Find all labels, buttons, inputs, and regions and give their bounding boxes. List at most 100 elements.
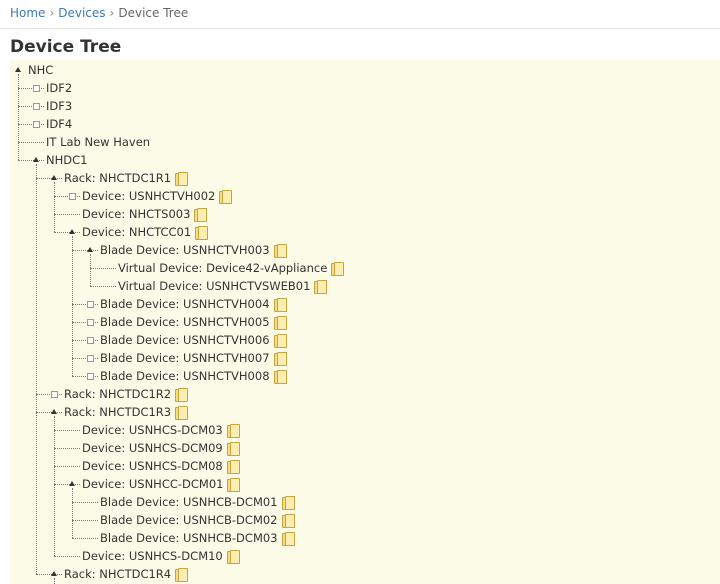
tree-node[interactable]: Device: NHCTCC01 — [82, 223, 209, 241]
tree-node[interactable]: Blade Device: USNHCTVH004 — [100, 295, 287, 313]
tree-node-label[interactable]: Blade Device: USNHCTVH007 — [100, 351, 270, 365]
tree-node[interactable]: Rack: NHCTDC1R4 — [64, 565, 189, 583]
tree-node-label[interactable]: Blade Device: USNHCB-DCM02 — [100, 513, 278, 527]
expanded-toggle-icon[interactable] — [51, 571, 57, 576]
folder-icon[interactable] — [226, 460, 240, 474]
folder-icon[interactable] — [195, 226, 209, 240]
tree-node[interactable]: Device: USNHCS-DCM03 — [82, 421, 240, 439]
folder-icon[interactable] — [314, 280, 328, 294]
tree-node[interactable]: Blade Device: USNHCTVH003 — [100, 241, 287, 259]
collapsed-toggle-icon[interactable] — [87, 319, 94, 326]
expanded-toggle-icon[interactable] — [69, 481, 75, 486]
tree-node-label[interactable]: Device: NHCTS003 — [82, 207, 190, 221]
tree-node-label[interactable]: NHDC1 — [46, 153, 87, 167]
tree-node-label[interactable]: Blade Device: USNHCTVH008 — [100, 369, 270, 383]
tree-node-label[interactable]: Device: USNHCS-DCM03 — [82, 423, 223, 437]
folder-icon[interactable] — [273, 316, 287, 330]
tree-node-label[interactable]: Rack: NHCTDC1R3 — [64, 405, 171, 419]
tree-node-label[interactable]: Rack: NHCTDC1R2 — [64, 387, 171, 401]
folder-icon[interactable] — [175, 388, 189, 402]
folder-icon[interactable] — [226, 424, 240, 438]
collapsed-toggle-icon[interactable] — [33, 103, 40, 110]
folder-icon[interactable] — [273, 352, 287, 366]
tree-node-label[interactable]: IT Lab New Haven — [46, 135, 150, 149]
folder-icon[interactable] — [273, 370, 287, 384]
tree-node-label[interactable]: Device: USNHCC-DCM01 — [82, 477, 223, 491]
tree-node[interactable]: Blade Device: USNHCTVH008 — [100, 367, 287, 385]
tree-node[interactable]: Virtual Device: USNHCTVSWEB01 — [118, 277, 328, 295]
folder-icon[interactable] — [175, 172, 189, 186]
tree-node[interactable]: Blade Device: USNHCB-DCM03 — [100, 529, 295, 547]
tree-node[interactable]: Device: USNHCS-DCM09 — [82, 439, 240, 457]
folder-icon[interactable] — [273, 298, 287, 312]
expanded-toggle-icon[interactable] — [87, 247, 93, 252]
expanded-toggle-icon[interactable] — [51, 409, 57, 414]
tree-node[interactable]: Blade Device: USNHCTVH006 — [100, 331, 287, 349]
folder-icon[interactable] — [227, 478, 241, 492]
tree-node[interactable]: Device: USNHCC-DCM01 — [82, 475, 241, 493]
tree-node-label[interactable]: Device: USNHCS-DCM09 — [82, 441, 223, 455]
tree-node-label[interactable]: Device: NHCTCC01 — [82, 225, 191, 239]
tree-node-label[interactable]: Rack: NHCTDC1R1 — [64, 171, 171, 185]
collapsed-toggle-icon[interactable] — [87, 373, 94, 380]
collapsed-toggle-icon[interactable] — [87, 301, 94, 308]
tree-node[interactable]: Device: USNHCTVH002 — [82, 187, 233, 205]
collapsed-toggle-icon[interactable] — [87, 355, 94, 362]
breadcrumb-devices-link[interactable]: Devices — [58, 6, 105, 20]
collapsed-toggle-icon[interactable] — [69, 193, 76, 200]
tree-node-label[interactable]: Rack: NHCTDC1R4 — [64, 567, 171, 581]
tree-node-label[interactable]: Blade Device: USNHCB-DCM01 — [100, 495, 278, 509]
tree-node[interactable]: IDF4 — [46, 115, 72, 133]
collapsed-toggle-icon[interactable] — [51, 391, 58, 398]
folder-icon[interactable] — [194, 208, 208, 222]
collapsed-toggle-icon[interactable] — [87, 337, 94, 344]
tree-node-label[interactable]: Blade Device: USNHCTVH004 — [100, 297, 270, 311]
tree-node[interactable]: Device: USNHCS-DCM10 — [82, 547, 240, 565]
tree-node-label[interactable]: Blade Device: USNHCB-DCM03 — [100, 531, 278, 545]
breadcrumb-home-link[interactable]: Home — [10, 6, 45, 20]
tree-node[interactable]: Device: NHCTS003 — [82, 205, 208, 223]
folder-icon[interactable] — [281, 496, 295, 510]
folder-icon[interactable] — [226, 442, 240, 456]
tree-node[interactable]: IDF2 — [46, 79, 72, 97]
tree-node-label[interactable]: IDF2 — [46, 81, 72, 95]
tree-node[interactable]: Virtual Device: Device42-vAppliance — [118, 259, 345, 277]
folder-icon[interactable] — [175, 406, 189, 420]
tree-node[interactable]: Blade Device: USNHCTVH007 — [100, 349, 287, 367]
tree-node[interactable]: Blade Device: USNHCTVH005 — [100, 313, 287, 331]
tree-node[interactable]: NHDC1 — [46, 151, 87, 169]
tree-node[interactable]: NHC — [28, 61, 53, 79]
tree-node[interactable]: Blade Device: USNHCB-DCM02 — [100, 511, 295, 529]
expanded-toggle-icon[interactable] — [15, 67, 21, 72]
tree-node-label[interactable]: Device: USNHCTVH002 — [82, 189, 215, 203]
expanded-toggle-icon[interactable] — [33, 157, 39, 162]
expanded-toggle-icon[interactable] — [51, 175, 57, 180]
folder-icon[interactable] — [273, 244, 287, 258]
tree-node[interactable]: IDF3 — [46, 97, 72, 115]
tree-node[interactable]: Rack: NHCTDC1R2 — [64, 385, 189, 403]
tree-node-label[interactable]: Device: USNHCS-DCM10 — [82, 549, 223, 563]
tree-node-label[interactable]: Virtual Device: USNHCTVSWEB01 — [118, 279, 310, 293]
tree-node-label[interactable]: Blade Device: USNHCTVH005 — [100, 315, 270, 329]
tree-node-label[interactable]: Blade Device: USNHCTVH003 — [100, 243, 270, 257]
tree-node[interactable]: Blade Device: USNHCB-DCM01 — [100, 493, 295, 511]
tree-node-label[interactable]: NHC — [28, 63, 53, 77]
folder-icon[interactable] — [273, 334, 287, 348]
tree-node[interactable]: Device: USNHCS-DCM08 — [82, 457, 240, 475]
folder-icon[interactable] — [219, 190, 233, 204]
tree-node-label[interactable]: Device: USNHCS-DCM08 — [82, 459, 223, 473]
tree-node-label[interactable]: Virtual Device: Device42-vAppliance — [118, 261, 327, 275]
tree-node-label[interactable]: IDF4 — [46, 117, 72, 131]
folder-icon[interactable] — [281, 532, 295, 546]
expanded-toggle-icon[interactable] — [69, 229, 75, 234]
collapsed-toggle-icon[interactable] — [33, 85, 40, 92]
tree-node[interactable]: IT Lab New Haven — [46, 133, 150, 151]
tree-node-label[interactable]: Blade Device: USNHCTVH006 — [100, 333, 270, 347]
folder-icon[interactable] — [281, 514, 295, 528]
tree-node[interactable]: Rack: NHCTDC1R1 — [64, 169, 189, 187]
folder-icon[interactable] — [175, 568, 189, 582]
folder-icon[interactable] — [331, 262, 345, 276]
tree-node[interactable]: Rack: NHCTDC1R3 — [64, 403, 189, 421]
collapsed-toggle-icon[interactable] — [33, 121, 40, 128]
tree-node-label[interactable]: IDF3 — [46, 99, 72, 113]
